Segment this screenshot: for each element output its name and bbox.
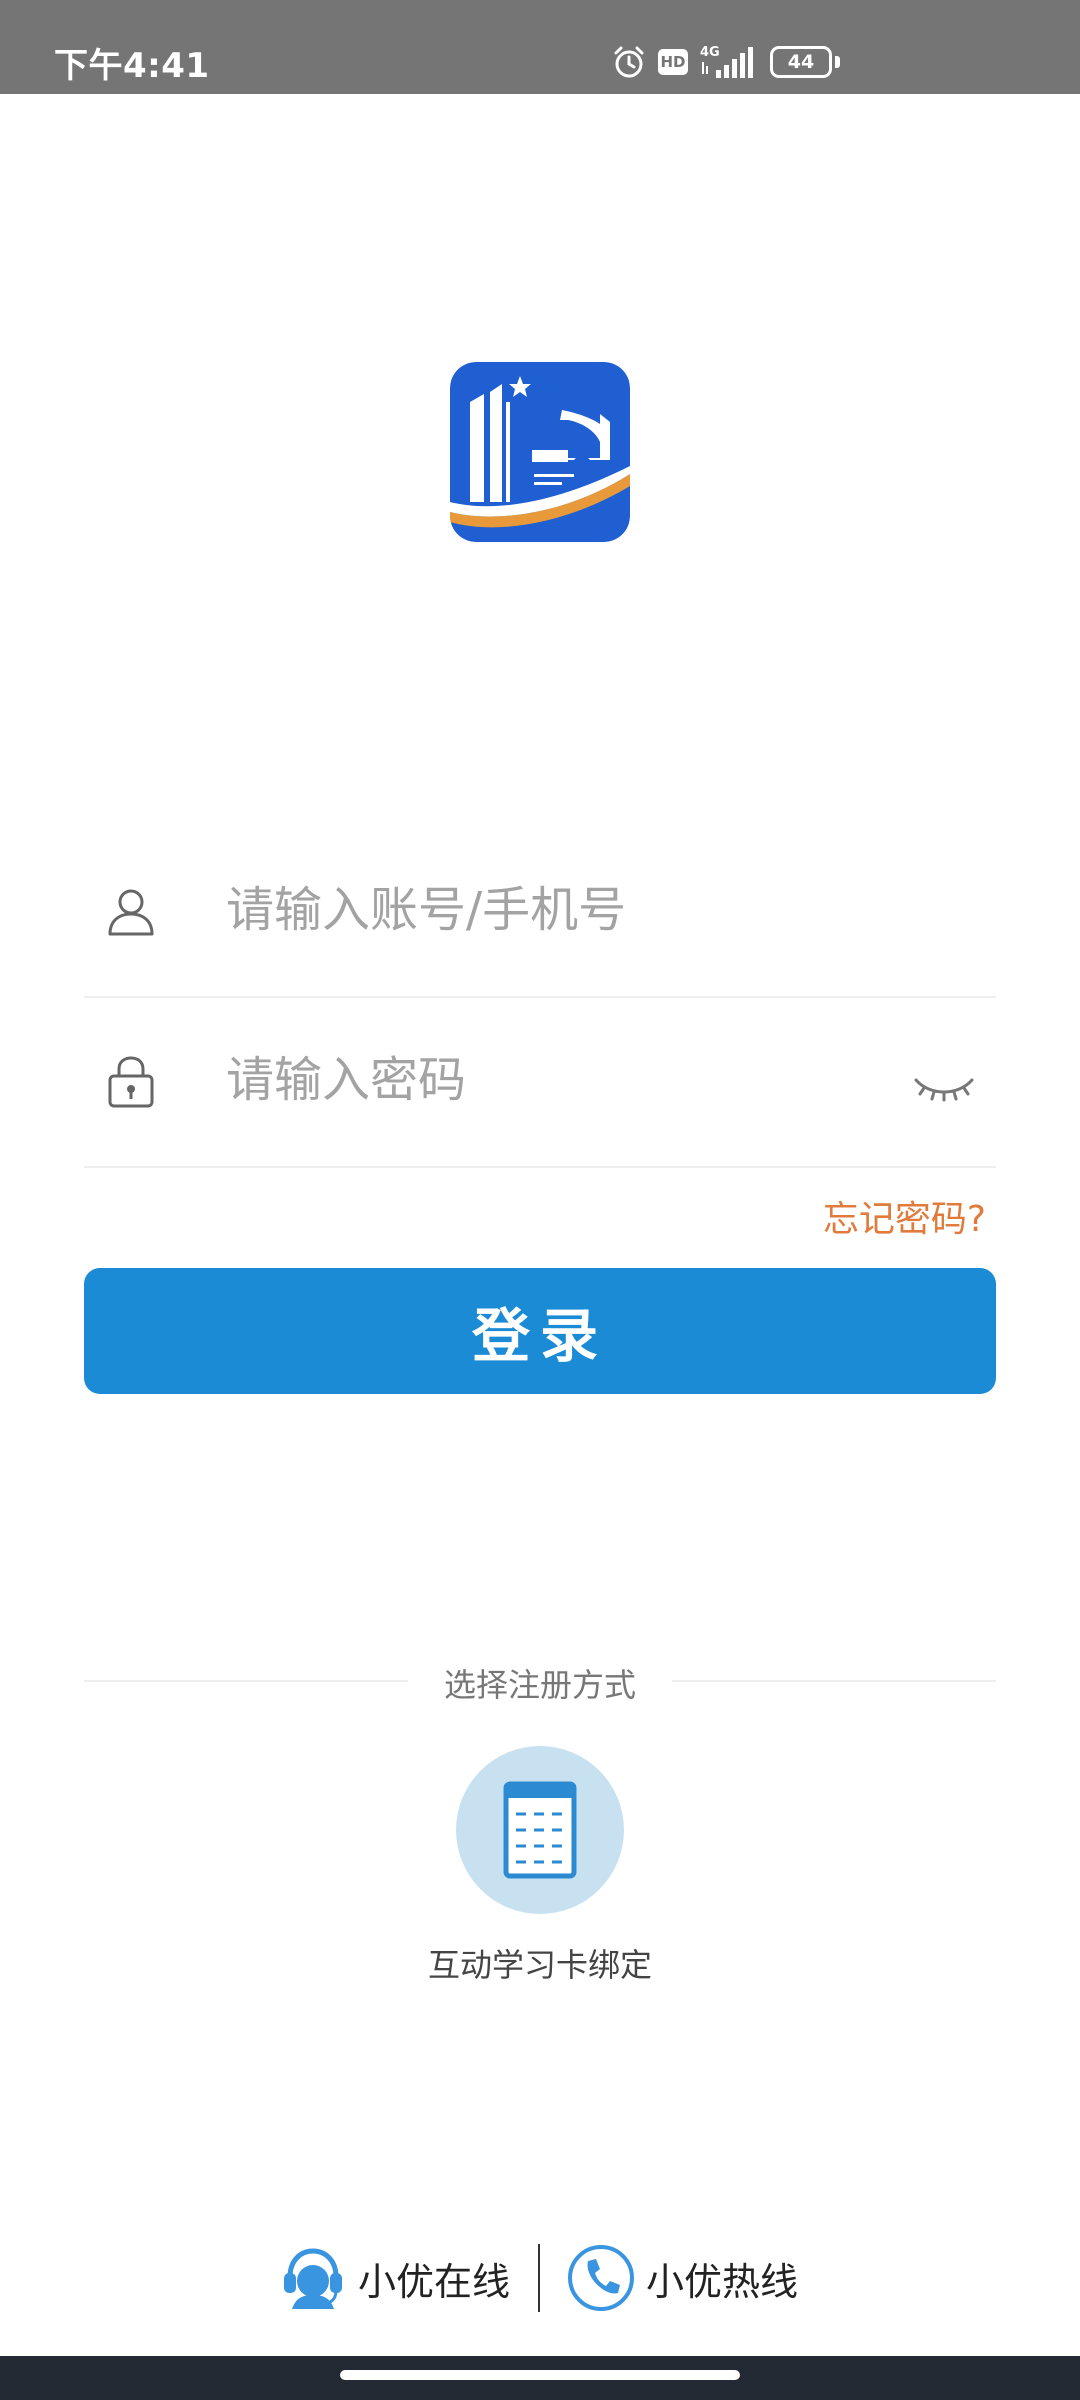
- battery-icon: 44: [770, 46, 840, 78]
- online-support-button[interactable]: 小优在线: [278, 2240, 510, 2316]
- account-input[interactable]: [226, 870, 866, 950]
- status-icons: HD 4G 44: [612, 40, 840, 84]
- home-indicator[interactable]: [340, 2370, 740, 2380]
- signal-icon: 4G: [700, 45, 753, 78]
- alarm-icon: [614, 46, 644, 78]
- hotline-button[interactable]: 小优热线: [566, 2240, 798, 2316]
- status-time: 下午4:41: [54, 46, 210, 86]
- register-option-label: 互动学习卡绑定: [427, 1946, 652, 1984]
- status-bar: 下午4:41 HD 4G 44: [0, 0, 1080, 94]
- hd-icon: HD: [658, 49, 688, 75]
- register-option-circle[interactable]: [456, 1746, 624, 1914]
- eye-closed-icon[interactable]: [912, 1066, 976, 1106]
- account-field: [84, 830, 996, 998]
- hotline-label: 小优热线: [646, 2259, 799, 2304]
- register-option-card-binding[interactable]: 互动学习卡绑定: [410, 1746, 670, 1986]
- forgot-password-link[interactable]: 忘记密码?: [823, 1190, 986, 1242]
- register-section-title: 选择注册方式: [443, 1666, 636, 1704]
- login-button[interactable]: 登录: [84, 1268, 996, 1394]
- network-type-label: 4G: [700, 45, 720, 60]
- app-logo: [450, 362, 630, 542]
- password-field: [84, 1000, 996, 1168]
- register-divider: 选择注册方式: [84, 1660, 996, 1704]
- battery-level: 44: [770, 46, 832, 78]
- lock-icon: [108, 1056, 154, 1108]
- headset-agent-icon: [284, 2248, 342, 2309]
- online-support-label: 小优在线: [358, 2259, 511, 2304]
- user-icon: [108, 889, 154, 936]
- support-divider: [538, 2244, 540, 2312]
- phone-icon: [568, 2245, 634, 2311]
- password-input[interactable]: [226, 1040, 866, 1120]
- calculator-card-icon: [503, 1781, 577, 1879]
- navigation-bar: [0, 2356, 1080, 2400]
